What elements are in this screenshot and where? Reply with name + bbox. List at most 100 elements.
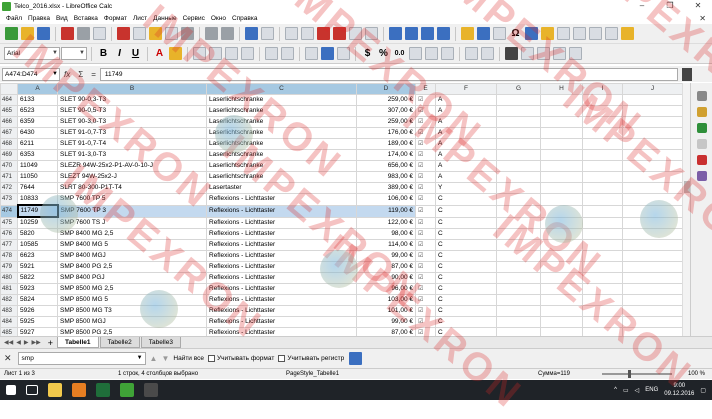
cell-a[interactable]: 5822 [17, 272, 58, 284]
cell-d[interactable]: 389,00 € [356, 182, 416, 194]
delete-columns-icon[interactable] [365, 27, 378, 40]
cell-g[interactable] [496, 272, 541, 284]
cell-h[interactable] [540, 316, 583, 328]
bold-icon[interactable]: B [97, 47, 110, 60]
file-explorer-icon[interactable] [48, 383, 62, 397]
cell-c[interactable]: Laserlichtschranke [206, 160, 357, 172]
cell-b[interactable]: SLRT 80-300-P1T-T4 [57, 182, 207, 194]
cell-h[interactable] [540, 283, 583, 295]
menu-sheet[interactable]: Лист [130, 15, 150, 22]
cell-i[interactable] [582, 138, 623, 150]
cell-f[interactable]: C [435, 272, 497, 284]
cell-a[interactable]: 6133 [17, 94, 58, 106]
cell-g[interactable] [496, 193, 541, 206]
cell-g[interactable] [496, 305, 541, 317]
cell-c[interactable]: Reflexions - Lichttaster [206, 216, 357, 229]
cell-c[interactable]: Reflexions - Lichttaster [206, 193, 357, 206]
tray-chevron-icon[interactable]: ^ [614, 387, 617, 393]
cell-h[interactable] [540, 261, 583, 273]
cell-i[interactable] [582, 216, 623, 229]
cell-b[interactable]: SMP 8400 MG 2,5 [57, 228, 207, 240]
autofilter-icon[interactable] [437, 27, 450, 40]
cell-j[interactable] [622, 171, 683, 183]
last-sheet-icon[interactable]: ▶▶ [31, 339, 40, 346]
cell-f[interactable]: A [435, 171, 497, 183]
cell-i[interactable] [582, 193, 623, 206]
export-pdf-icon[interactable] [61, 27, 74, 40]
cell-f[interactable]: A [435, 160, 497, 172]
functions-icon[interactable] [696, 171, 707, 181]
headers-footers-icon[interactable] [557, 27, 570, 40]
cell-i[interactable] [582, 250, 623, 262]
row-header[interactable]: 470 [0, 160, 18, 172]
cell-b[interactable]: SMP 7600 TP 3 [57, 204, 207, 218]
hide-show-grid-icon[interactable] [569, 47, 582, 60]
row-icon[interactable] [285, 27, 298, 40]
cell-e[interactable]: ☑ [415, 204, 436, 218]
cell-d[interactable]: 119,00 € [356, 204, 416, 218]
underline-icon[interactable]: U [129, 47, 142, 60]
cell-f[interactable]: C [435, 228, 497, 240]
cell-a[interactable]: 6211 [17, 138, 58, 150]
row-header[interactable]: 481 [0, 283, 18, 295]
cell-j[interactable] [622, 228, 683, 240]
add-decimal-icon[interactable] [425, 47, 438, 60]
menu-format[interactable]: Формат [101, 15, 130, 22]
delete-decimal-icon[interactable] [441, 47, 454, 60]
cell-h[interactable] [540, 94, 583, 106]
sheet-tab-tabelle2[interactable]: Tabelle2 [99, 337, 140, 348]
cell-i[interactable] [582, 94, 623, 106]
center-vertically-icon[interactable] [321, 47, 334, 60]
cell-f[interactable]: C [435, 316, 497, 328]
cell-e[interactable]: ☑ [415, 327, 436, 336]
cell-f[interactable]: A [435, 116, 497, 128]
styles-icon[interactable] [696, 123, 707, 133]
first-sheet-icon[interactable]: ◀◀ [4, 339, 13, 346]
row-header[interactable]: 482 [0, 294, 18, 306]
cell-b[interactable]: SMP 8500 MGJ [57, 316, 207, 328]
cell-g[interactable] [496, 94, 541, 106]
cell-g[interactable] [496, 160, 541, 172]
cell-f[interactable]: C [435, 305, 497, 317]
cell-a[interactable]: 5923 [17, 283, 58, 295]
number-format-icon[interactable]: 0.0 [393, 47, 406, 60]
column-header-h[interactable]: H [540, 83, 583, 95]
cell-f[interactable]: C [435, 239, 497, 251]
cell-j[interactable] [622, 127, 683, 139]
undo-icon[interactable] [205, 27, 218, 40]
cell-h[interactable] [540, 160, 583, 172]
cell-b[interactable]: SMP 8400 MG 5 [57, 239, 207, 251]
cell-b[interactable]: SLET 90-3,0-T3 [57, 116, 207, 128]
cell-h[interactable] [540, 182, 583, 194]
name-box[interactable]: A474:D474 ▼ [2, 67, 60, 81]
cell-f[interactable]: Y [435, 182, 497, 194]
cell-i[interactable] [582, 116, 623, 128]
column-header-j[interactable]: J [622, 83, 683, 95]
close-document-icon[interactable]: ✕ [699, 14, 706, 23]
cell-j[interactable] [622, 193, 683, 206]
cell-a[interactable]: 6430 [17, 127, 58, 139]
menu-insert[interactable]: Вставка [71, 15, 101, 22]
row-header[interactable]: 471 [0, 171, 18, 183]
cell-f[interactable]: C [435, 283, 497, 295]
cell-i[interactable] [582, 228, 623, 240]
column-header-a[interactable]: A [17, 83, 58, 95]
cell-h[interactable] [540, 239, 583, 251]
cell-d[interactable]: 656,00 € [356, 160, 416, 172]
app-icon[interactable] [144, 383, 158, 397]
minimize-button[interactable]: – [628, 0, 656, 12]
cell-d[interactable]: 90,00 € [356, 272, 416, 284]
cell-c[interactable]: Laserlichtschranke [206, 171, 357, 183]
cell-f[interactable]: C [435, 261, 497, 273]
row-header[interactable]: 466 [0, 116, 18, 128]
sheet-tab-tabelle3[interactable]: Tabelle3 [140, 337, 181, 348]
cell-e[interactable]: ☑ [415, 261, 436, 273]
cell-j[interactable] [622, 239, 683, 251]
delete-rows-icon[interactable] [349, 27, 362, 40]
volume-icon[interactable]: ◁ [635, 387, 640, 394]
cell-b[interactable]: SLEZT 94W-25x2-J [57, 171, 207, 183]
cell-e[interactable]: ☑ [415, 316, 436, 328]
cell-f[interactable]: C [435, 193, 497, 206]
cell-a[interactable]: 5927 [17, 327, 58, 336]
cell-e[interactable]: ☑ [415, 105, 436, 117]
